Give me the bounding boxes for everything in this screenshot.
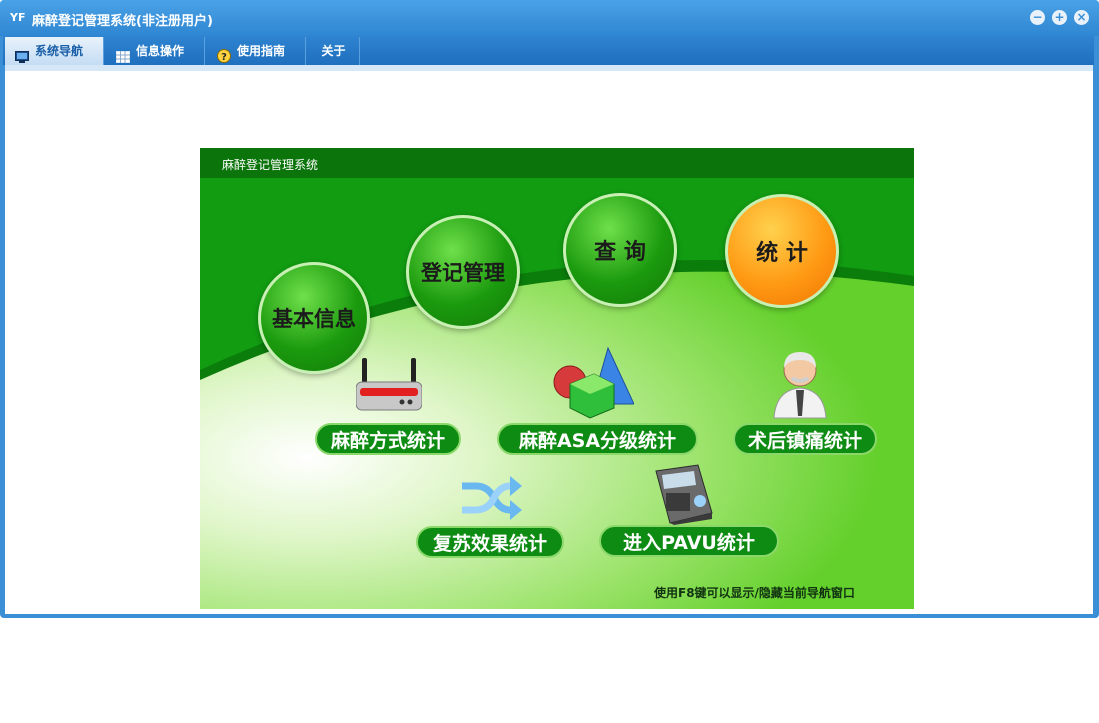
minimize-icon[interactable]: − xyxy=(1030,10,1045,25)
recovery-effect-stats-button[interactable]: 复苏效果统计 xyxy=(416,526,564,558)
svg-text:?: ? xyxy=(221,52,227,63)
restore-icon[interactable]: + xyxy=(1052,10,1067,25)
anesthesia-asa-stats-button[interactable]: 麻醉ASA分级统计 xyxy=(497,423,698,455)
fingerprint-terminal-icon xyxy=(650,463,716,525)
navigation-panel: 麻醉登记管理系统 基本信息 登记管理 查 询 统 计 麻醉方式统计 麻醉ASA分… xyxy=(200,148,914,609)
tab-label: 使用指南 xyxy=(237,44,286,58)
close-icon[interactable]: × xyxy=(1074,10,1089,25)
tab-label: 系统导航 xyxy=(35,44,84,58)
panel-header: 麻醉登记管理系统 xyxy=(200,148,914,178)
tab-info-operations[interactable]: 信息操作 xyxy=(106,37,205,65)
tab-label: 信息操作 xyxy=(136,44,185,58)
shuffle-arrows-icon xyxy=(460,476,522,520)
tab-about[interactable]: 关于 xyxy=(308,37,360,65)
title-bar[interactable]: YF 麻醉登记管理系统(非注册用户) − + × xyxy=(0,0,1099,36)
menu-bar: 系统导航 信息操作 ? 使用指南 关于 xyxy=(3,36,1094,65)
query-button[interactable]: 查 询 xyxy=(563,193,677,307)
tab-user-guide[interactable]: ? 使用指南 xyxy=(207,37,306,65)
pavu-stats-button[interactable]: 进入PAVU统计 xyxy=(599,525,779,557)
help-icon: ? xyxy=(217,45,231,63)
grid-icon xyxy=(116,45,130,63)
panel-title: 麻醉登记管理系统 xyxy=(222,158,319,172)
router-icon xyxy=(355,356,423,412)
statistics-button[interactable]: 统 计 xyxy=(725,194,839,308)
window-title: 麻醉登记管理系统(非注册用户) xyxy=(32,14,213,29)
postop-analgesia-stats-button[interactable]: 术后镇痛统计 xyxy=(733,423,877,455)
geometry-shapes-icon xyxy=(552,346,635,420)
basic-info-button[interactable]: 基本信息 xyxy=(258,262,370,374)
doctor-icon xyxy=(770,346,830,420)
anesthesia-method-stats-button[interactable]: 麻醉方式统计 xyxy=(315,423,461,455)
monitor-icon xyxy=(15,45,29,63)
tab-system-navigation[interactable]: 系统导航 xyxy=(5,37,104,65)
tab-label: 关于 xyxy=(321,44,346,58)
app-logo-icon: YF xyxy=(10,11,26,24)
hint-text: 使用F8键可以显示/隐藏当前导航窗口 xyxy=(654,586,855,600)
registration-management-button[interactable]: 登记管理 xyxy=(406,215,520,329)
